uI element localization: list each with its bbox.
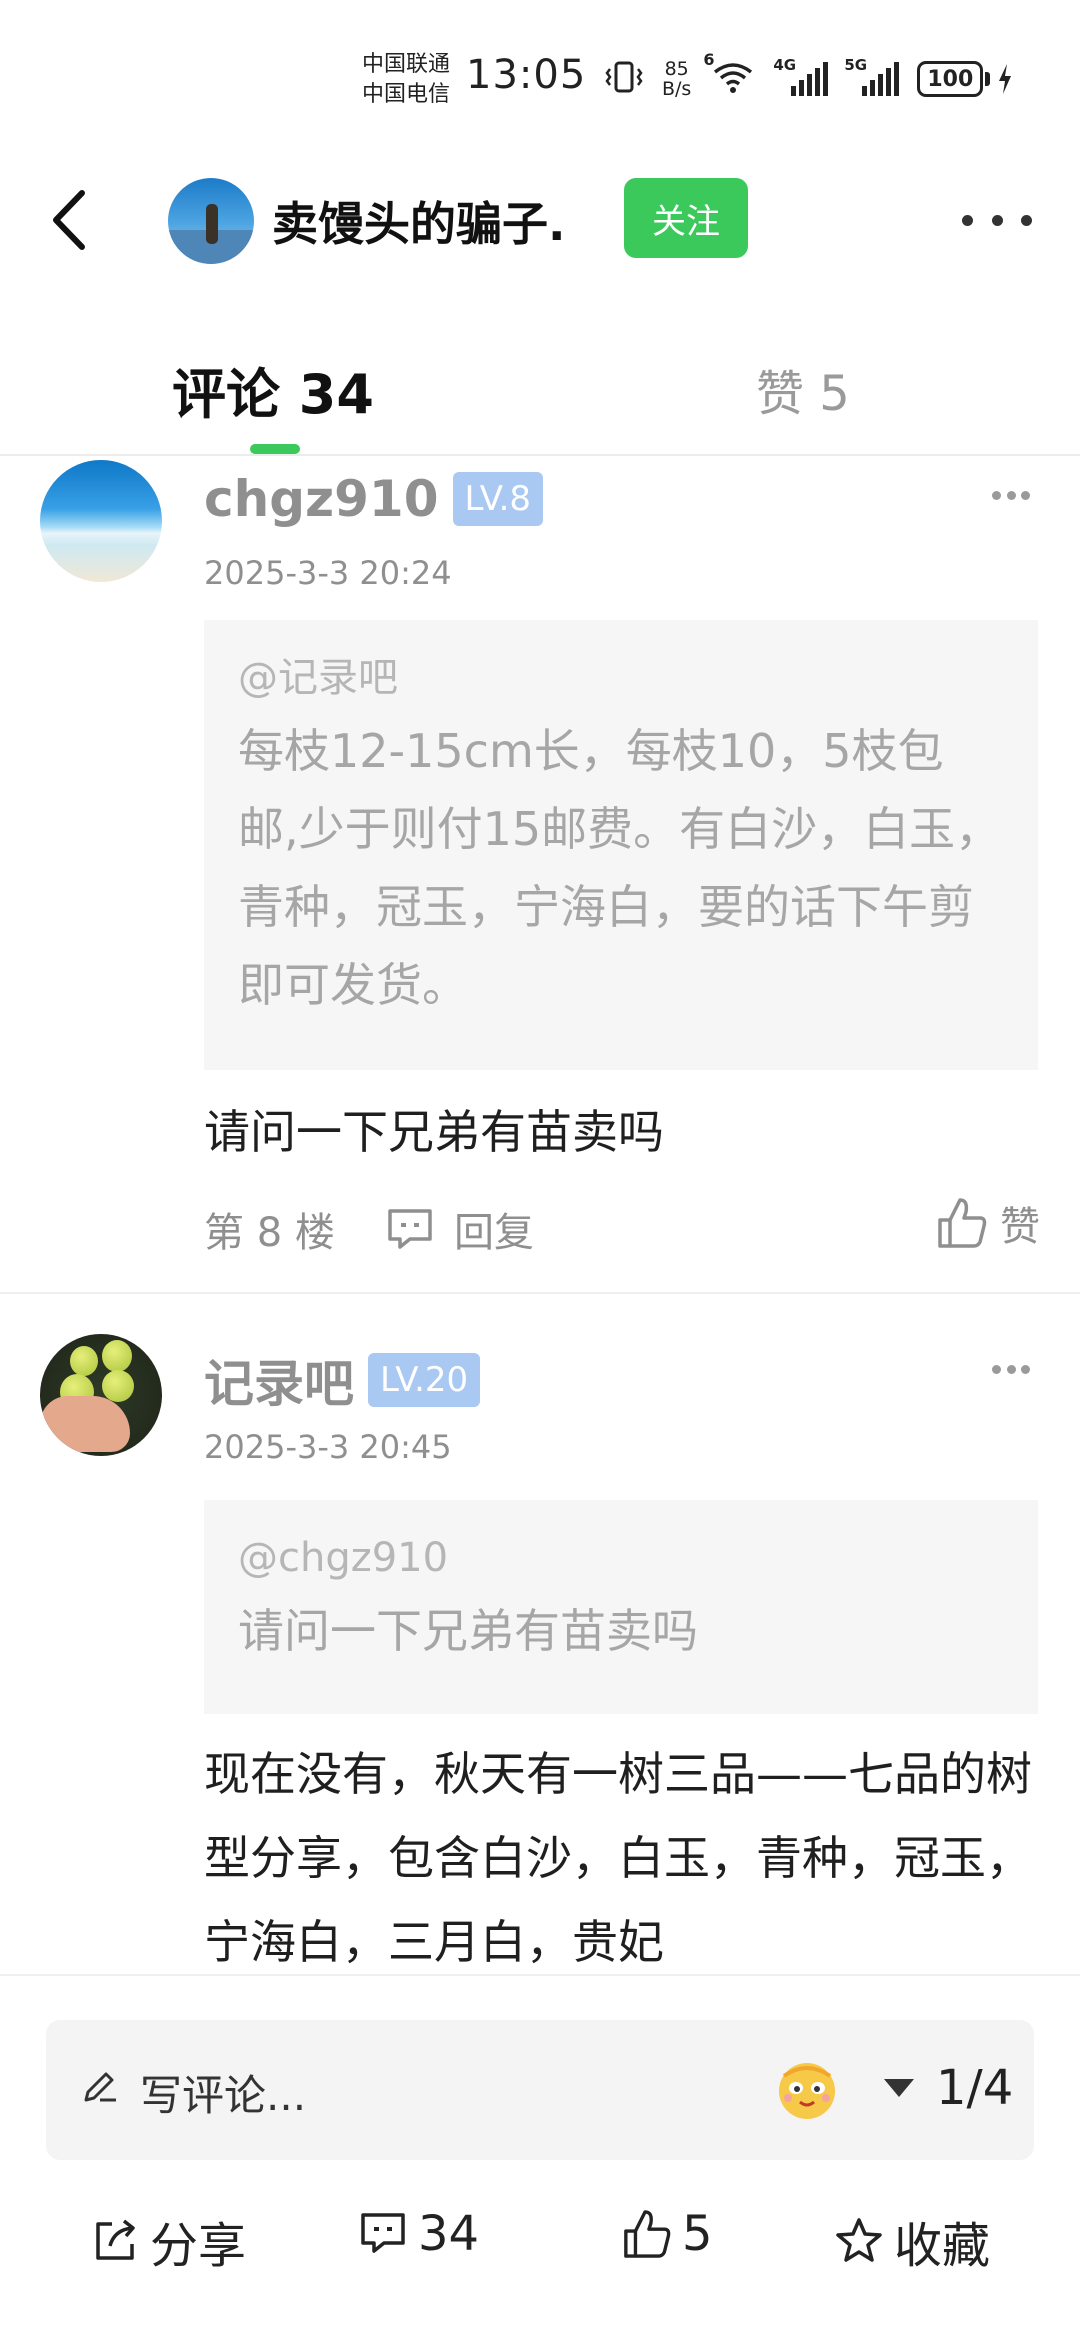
level-badge: LV.20 bbox=[368, 1353, 481, 1407]
quoted-comment[interactable]: @记录吧 每枝12-15cm长，每枝10，5枝包邮,少于则付15邮费。有白沙，白… bbox=[204, 620, 1038, 1070]
page-indicator[interactable]: 1/4 bbox=[884, 2060, 1013, 2116]
user-avatar[interactable] bbox=[40, 460, 162, 582]
tab-comments[interactable]: 评论 34 bbox=[172, 350, 374, 429]
level-badge: LV.8 bbox=[452, 472, 544, 526]
more-options-button[interactable] bbox=[962, 200, 1032, 240]
comment-date: 2025-3-3 20:45 bbox=[204, 1428, 452, 1466]
follow-button[interactable]: 关注 bbox=[624, 178, 748, 258]
comment-more-button[interactable] bbox=[992, 1362, 1030, 1376]
reply-icon bbox=[388, 1209, 432, 1249]
comment-text: 现在没有，秋天有一树三品——七品的树型分享，包含白沙，白玉，青种，冠玉，宁海白，… bbox=[204, 1747, 1032, 1969]
share-button[interactable]: 分享 bbox=[90, 2206, 246, 2276]
carrier-labels: 中国联通 中国电信 bbox=[362, 50, 450, 110]
dropdown-triangle-icon bbox=[884, 2079, 914, 2097]
like-button[interactable]: 赞 bbox=[936, 1194, 1040, 1252]
favorite-button[interactable]: 收藏 bbox=[834, 2206, 990, 2276]
star-icon bbox=[836, 2218, 882, 2262]
tab-likes[interactable]: 赞 5 bbox=[756, 354, 850, 424]
reply-button[interactable]: 回复 bbox=[384, 1200, 534, 1258]
comment-count-button[interactable]: 34 bbox=[358, 2206, 479, 2262]
comment-date: 2025-3-3 20:24 bbox=[204, 554, 452, 592]
carrier-1: 中国联通 bbox=[362, 52, 451, 77]
comment-item: chgz910 LV.8 2025-3-3 20:24 @记录吧 每枝12-15… bbox=[0, 460, 1080, 1290]
status-bar: 中国联通 中国电信 13:05 85 B/s 6 4G 5G 100 bbox=[0, 0, 1080, 150]
quoted-username: @chgz910 bbox=[238, 1535, 449, 1581]
comment-input[interactable]: 写评论... 1/4 bbox=[46, 2020, 1034, 2160]
thumbs-up-icon bbox=[938, 1198, 987, 1248]
post-comments-screen: 中国联通 中国电信 13:05 85 B/s 6 4G 5G 100 卖馒头的骗… bbox=[0, 0, 1080, 2340]
clock: 13:05 bbox=[466, 52, 587, 98]
floor-number: 第 8 楼 bbox=[204, 1210, 335, 1256]
comment-username[interactable]: chgz910 LV.8 bbox=[204, 470, 544, 528]
pen-icon bbox=[84, 2072, 116, 2102]
bottom-bar: 写评论... 1/4 分享 34 5 收藏 bbox=[0, 1974, 1080, 2340]
thumbs-up-icon bbox=[624, 2210, 671, 2258]
status-icons: 85 B/s 6 4G 5G 100 bbox=[604, 50, 1014, 104]
sig1-tag: 4G bbox=[773, 56, 797, 74]
comment-more-button[interactable] bbox=[992, 488, 1030, 502]
active-tab-indicator bbox=[250, 444, 300, 454]
comment-footer: 第 8 楼 回复 赞 bbox=[204, 1198, 1040, 1258]
net-speed: 85 B/s bbox=[662, 58, 692, 100]
comment-icon bbox=[361, 2213, 405, 2253]
back-button[interactable] bbox=[40, 180, 100, 260]
wifi-tag: 6 bbox=[703, 50, 715, 69]
quoted-username: @记录吧 bbox=[238, 655, 398, 701]
signal-4g-icon: 4G bbox=[773, 56, 829, 96]
like-count-button[interactable]: 5 bbox=[622, 2206, 713, 2262]
comment-divider bbox=[0, 1292, 1080, 1294]
author-avatar[interactable] bbox=[168, 178, 254, 264]
comment-text: 请问一下兄弟有苗卖吗 bbox=[204, 1105, 664, 1159]
battery-level: 100 bbox=[917, 61, 984, 97]
carrier-2: 中国电信 bbox=[362, 82, 451, 107]
sig2-tag: 5G bbox=[844, 56, 868, 74]
quoted-text: 请问一下兄弟有苗卖吗 bbox=[238, 1604, 698, 1658]
comment-username[interactable]: 记录吧 LV.20 bbox=[204, 1344, 481, 1416]
comment-input-placeholder: 写评论... bbox=[140, 2071, 307, 2120]
battery-icon: 100 bbox=[917, 61, 1014, 97]
comment-item: 记录吧 LV.20 2025-3-3 20:45 @chgz910 请问一下兄弟… bbox=[0, 1334, 1080, 1974]
action-row: 分享 34 5 收藏 bbox=[0, 2186, 1080, 2286]
signal-5g-icon: 5G bbox=[844, 56, 900, 96]
share-icon bbox=[96, 2219, 135, 2260]
tab-bar: 评论 34 赞 5 bbox=[0, 330, 1080, 456]
top-bar: 卖馒头的骗子. 关注 bbox=[0, 150, 1080, 290]
emoji-icon[interactable] bbox=[774, 2056, 840, 2122]
vibrate-icon bbox=[604, 60, 644, 98]
wifi-icon: 6 bbox=[703, 50, 757, 98]
author-name[interactable]: 卖馒头的骗子. bbox=[272, 188, 565, 254]
user-avatar[interactable] bbox=[40, 1334, 162, 1456]
quoted-comment[interactable]: @chgz910 请问一下兄弟有苗卖吗 bbox=[204, 1500, 1038, 1714]
quoted-text: 每枝12-15cm长，每枝10，5枝包邮,少于则付15邮费。有白沙，白玉，青种，… bbox=[238, 724, 1002, 1012]
back-arrow-icon bbox=[53, 190, 85, 250]
